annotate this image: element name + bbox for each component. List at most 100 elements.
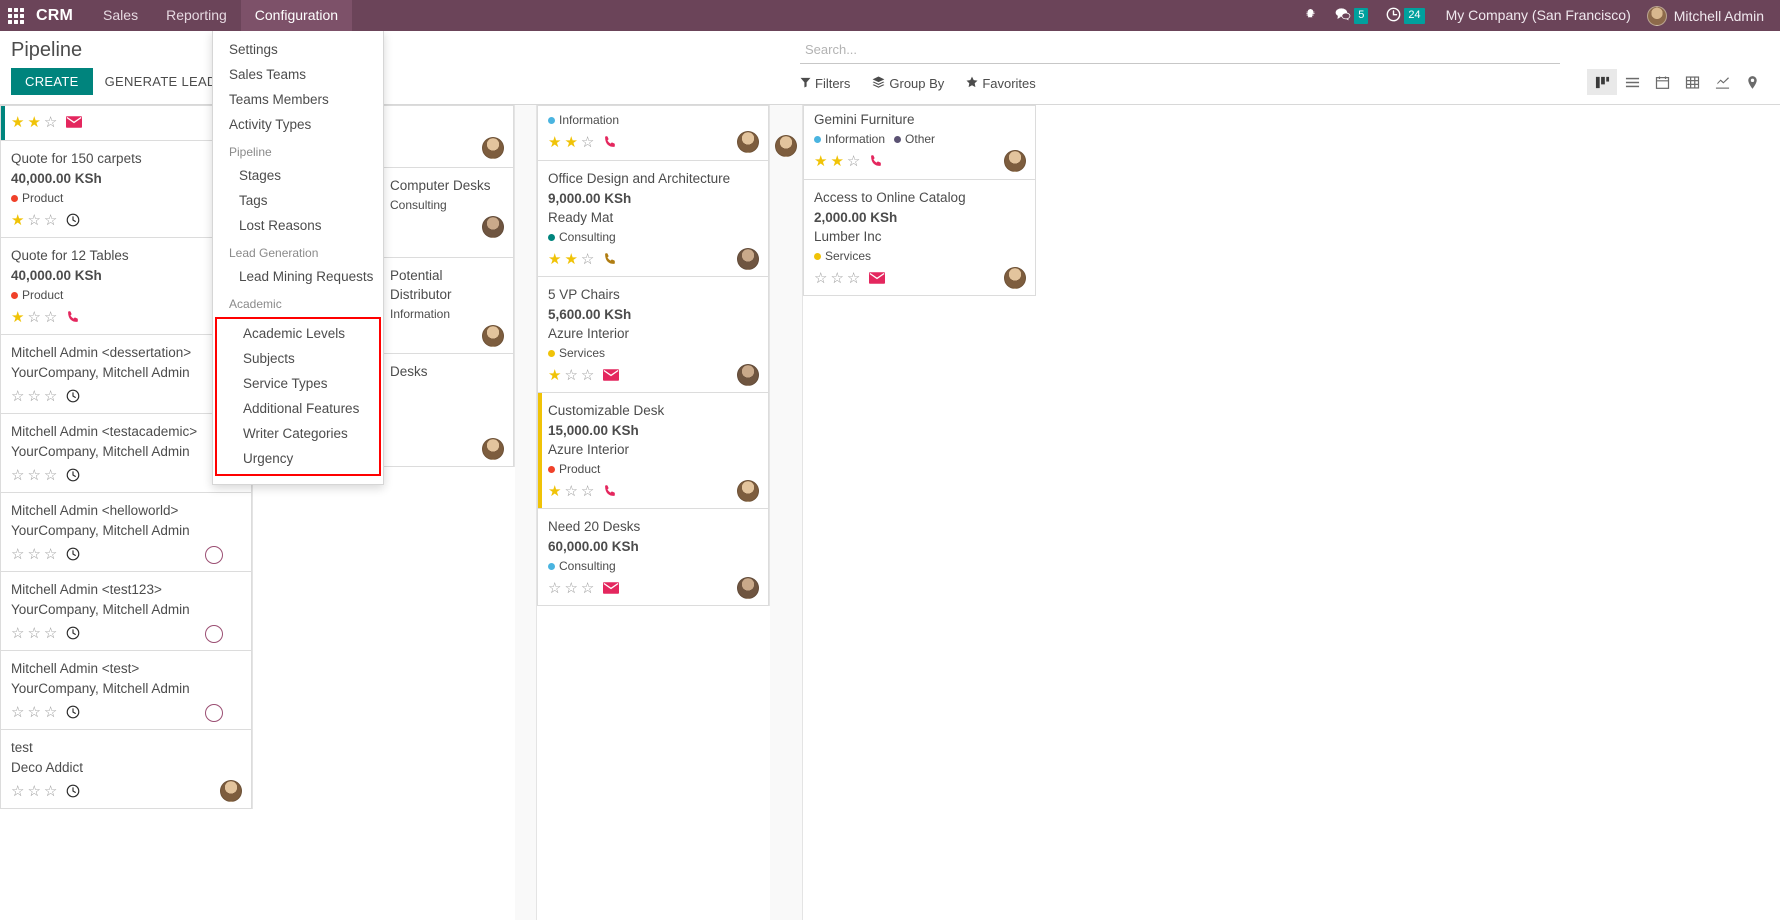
menu-item-lead-mining-requests[interactable]: Lead Mining Requests <box>213 264 383 289</box>
kanban-card[interactable]: 5 VP Chairs 5,600.00 KSh Azure Interior … <box>537 277 769 393</box>
priority-stars[interactable]: ☆ ☆ ☆ <box>11 705 57 720</box>
avatar[interactable] <box>482 325 504 347</box>
star-filled[interactable]: ★ <box>11 310 24 325</box>
priority-stars[interactable]: ★ ★ ☆ <box>814 154 860 169</box>
star-filled[interactable]: ★ <box>564 252 577 267</box>
star-filled[interactable]: ★ <box>27 115 40 130</box>
menu-item-lost-reasons[interactable]: Lost Reasons <box>213 213 383 238</box>
star-empty[interactable]: ☆ <box>44 547 57 562</box>
menu-item-settings[interactable]: Settings <box>213 37 383 62</box>
priority-stars[interactable]: ★ ☆ ☆ <box>548 484 594 499</box>
star-empty[interactable]: ☆ <box>27 626 40 641</box>
priority-stars[interactable]: ☆ ☆ ☆ <box>814 271 860 286</box>
star-filled[interactable]: ★ <box>11 213 24 228</box>
view-graph-button[interactable] <box>1707 69 1737 95</box>
user-menu[interactable]: Mitchell Admin <box>1643 5 1774 26</box>
mail-icon[interactable] <box>66 116 83 128</box>
star-empty[interactable]: ☆ <box>581 581 594 596</box>
priority-stars[interactable]: ☆ ☆ ☆ <box>11 547 57 562</box>
create-button[interactable]: CREATE <box>11 68 93 95</box>
priority-stars[interactable]: ☆ ☆ ☆ <box>11 389 57 404</box>
star-empty[interactable]: ☆ <box>44 626 57 641</box>
mail-icon[interactable] <box>603 582 620 594</box>
menu-item-writer-categories[interactable]: Writer Categories <box>217 421 379 446</box>
star-empty[interactable]: ☆ <box>564 484 577 499</box>
debug-menu-button[interactable] <box>1295 0 1326 31</box>
star-filled[interactable]: ★ <box>814 154 827 169</box>
star-empty[interactable]: ☆ <box>564 368 577 383</box>
menu-configuration[interactable]: Configuration <box>240 0 353 31</box>
star-filled[interactable]: ★ <box>830 154 843 169</box>
star-filled[interactable]: ★ <box>548 484 561 499</box>
menu-item-sales-teams[interactable]: Sales Teams <box>213 62 383 87</box>
avatar[interactable] <box>1004 267 1026 289</box>
star-empty[interactable]: ☆ <box>27 213 40 228</box>
phone-icon[interactable] <box>66 310 80 324</box>
star-empty[interactable]: ☆ <box>564 581 577 596</box>
messages-button[interactable]: 5 <box>1326 0 1377 31</box>
star-empty[interactable]: ☆ <box>11 468 24 483</box>
menu-reporting[interactable]: Reporting <box>152 0 241 31</box>
menu-item-stages[interactable]: Stages <box>213 163 383 188</box>
kanban-card[interactable]: Mitchell Admin <test> YourCompany, Mitch… <box>0 651 252 730</box>
star-empty[interactable]: ☆ <box>11 626 24 641</box>
star-empty[interactable]: ☆ <box>11 389 24 404</box>
kanban-card[interactable]: Need 20 Desks 60,000.00 KSh Consulting ☆… <box>537 509 769 606</box>
avatar[interactable] <box>482 137 504 159</box>
star-empty[interactable]: ☆ <box>44 468 57 483</box>
priority-stars[interactable]: ★ ☆ ☆ <box>11 213 57 228</box>
star-empty[interactable]: ☆ <box>830 271 843 286</box>
star-empty[interactable]: ☆ <box>44 784 57 799</box>
search-input[interactable] <box>803 41 1560 58</box>
star-empty[interactable]: ☆ <box>27 784 40 799</box>
kanban-card[interactable]: Information ★ ★ ☆ <box>537 105 769 161</box>
star-empty[interactable]: ☆ <box>27 468 40 483</box>
kanban-card[interactable]: Mitchell Admin <test123> YourCompany, Mi… <box>0 572 252 651</box>
view-calendar-button[interactable] <box>1647 69 1677 95</box>
star-empty[interactable]: ☆ <box>27 310 40 325</box>
star-empty[interactable]: ☆ <box>27 389 40 404</box>
priority-stars[interactable]: ☆ ☆ ☆ <box>11 468 57 483</box>
clock-icon[interactable] <box>66 784 80 798</box>
avatar[interactable] <box>482 216 504 238</box>
clock-icon[interactable] <box>66 547 80 561</box>
clock-icon[interactable] <box>66 626 80 640</box>
priority-stars[interactable]: ★ ★ ☆ <box>11 115 57 130</box>
star-filled[interactable]: ★ <box>11 115 24 130</box>
star-filled[interactable]: ★ <box>548 252 561 267</box>
star-empty[interactable]: ☆ <box>581 368 594 383</box>
priority-stars[interactable]: ☆ ☆ ☆ <box>11 626 57 641</box>
view-map-button[interactable] <box>1737 69 1767 95</box>
menu-item-additional-features[interactable]: Additional Features <box>217 396 379 421</box>
priority-stars[interactable]: ★ ☆ ☆ <box>548 368 594 383</box>
phone-icon[interactable] <box>603 484 617 498</box>
kanban-card[interactable]: test Deco Addict ☆ ☆ ☆ <box>0 730 252 809</box>
kanban-card[interactable]: Access to Online Catalog 2,000.00 KSh Lu… <box>803 180 1036 296</box>
star-empty[interactable]: ☆ <box>548 581 561 596</box>
mail-icon[interactable] <box>869 272 886 284</box>
star-empty[interactable]: ☆ <box>581 252 594 267</box>
menu-item-service-types[interactable]: Service Types <box>217 371 379 396</box>
group-by-dropdown[interactable]: Group By <box>872 74 954 93</box>
view-list-button[interactable] <box>1617 69 1647 95</box>
favorites-dropdown[interactable]: Favorites <box>966 74 1045 93</box>
star-empty[interactable]: ☆ <box>581 135 594 150</box>
phone-icon[interactable] <box>603 135 617 149</box>
star-empty[interactable]: ☆ <box>27 705 40 720</box>
star-empty[interactable]: ☆ <box>847 154 860 169</box>
priority-stars[interactable]: ☆ ☆ ☆ <box>11 784 57 799</box>
priority-stars[interactable]: ★ ☆ ☆ <box>11 310 57 325</box>
menu-item-academic-levels[interactable]: Academic Levels <box>217 321 379 346</box>
clock-icon[interactable] <box>66 705 80 719</box>
menu-item-teams-members[interactable]: Teams Members <box>213 87 383 112</box>
kanban-card[interactable]: Gemini Furniture Information Other ★ ★ ☆ <box>803 105 1036 180</box>
kanban-card[interactable]: Office Design and Architecture 9,000.00 … <box>537 161 769 277</box>
view-kanban-button[interactable] <box>1587 69 1617 95</box>
menu-item-subjects[interactable]: Subjects <box>217 346 379 371</box>
avatar[interactable] <box>737 364 759 386</box>
avatar[interactable] <box>1004 150 1026 172</box>
avatar[interactable] <box>737 248 759 270</box>
star-empty[interactable]: ☆ <box>44 310 57 325</box>
star-empty[interactable]: ☆ <box>44 213 57 228</box>
star-empty[interactable]: ☆ <box>44 705 57 720</box>
